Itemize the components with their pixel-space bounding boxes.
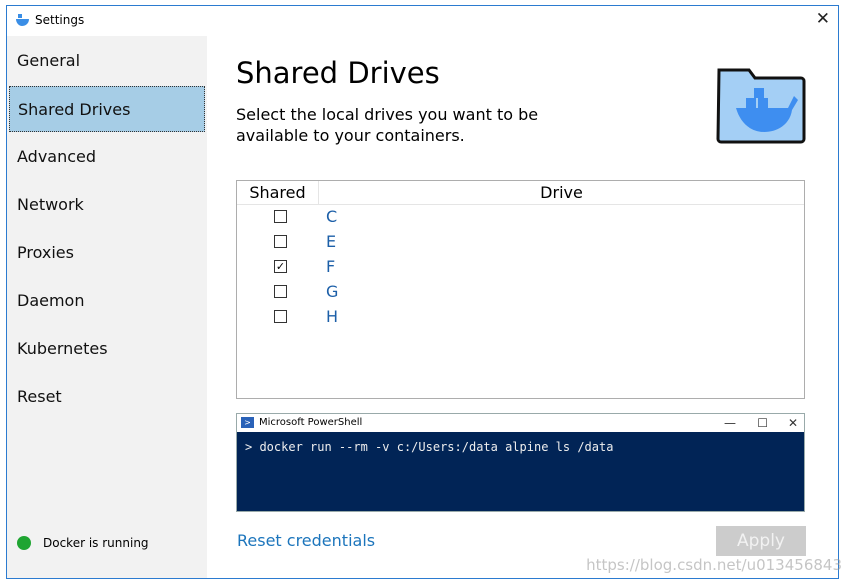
- table-row: ✓ F: [237, 255, 804, 280]
- minimize-icon[interactable]: —: [724, 414, 736, 432]
- table-row: C: [237, 205, 804, 230]
- sidebar-item-shared-drives[interactable]: Shared Drives: [9, 86, 205, 132]
- powershell-window: > Microsoft PowerShell — ☐ ✕ > docker ru…: [236, 413, 805, 512]
- table-row: H: [237, 305, 804, 330]
- sidebar-item-advanced[interactable]: Advanced: [7, 134, 207, 180]
- powershell-console: > docker run --rm -v c:/Users:/data alpi…: [237, 432, 804, 511]
- sidebar-item-network[interactable]: Network: [7, 182, 207, 228]
- apply-button[interactable]: Apply: [716, 526, 806, 556]
- close-icon[interactable]: ✕: [816, 9, 830, 29]
- sidebar-item-daemon[interactable]: Daemon: [7, 278, 207, 324]
- drives-table: Shared Drive C E ✓ F G H: [236, 180, 805, 399]
- watermark: https://blog.csdn.net/u013456843: [586, 556, 842, 574]
- docker-folder-icon: [716, 68, 806, 144]
- shared-checkbox[interactable]: [274, 210, 287, 223]
- shared-checkbox[interactable]: ✓: [274, 260, 287, 273]
- header-drive: Drive: [319, 181, 804, 205]
- page-description: Select the local drives you want to be a…: [236, 105, 539, 145]
- sidebar-item-proxies[interactable]: Proxies: [7, 230, 207, 276]
- header-shared: Shared: [237, 181, 319, 205]
- shared-checkbox[interactable]: [274, 285, 287, 298]
- table-row: G: [237, 280, 804, 305]
- drive-letter: E: [326, 232, 337, 251]
- drive-letter: F: [326, 257, 336, 276]
- shared-checkbox[interactable]: [274, 235, 287, 248]
- status-dot-icon: [17, 536, 31, 550]
- shared-checkbox[interactable]: [274, 310, 287, 323]
- sidebar: Docker is running General Shared Drives Ad…: [7, 36, 207, 578]
- powershell-title: Microsoft PowerShell: [259, 417, 363, 428]
- powershell-icon: >: [241, 417, 254, 428]
- sidebar-item-general[interactable]: General: [7, 38, 207, 84]
- maximize-icon[interactable]: ☐: [757, 414, 768, 432]
- docker-whale-icon: [16, 14, 29, 26]
- drive-letter: C: [326, 207, 338, 226]
- reset-credentials-link[interactable]: Reset credentials: [237, 531, 375, 550]
- sidebar-item-reset[interactable]: Reset: [7, 374, 207, 420]
- sidebar-item-kubernetes[interactable]: Kubernetes: [7, 326, 207, 372]
- drive-letter: H: [326, 307, 339, 326]
- table-row: E: [237, 230, 804, 255]
- status-text: Docker is running: [43, 536, 149, 550]
- window-title: Settings: [35, 13, 85, 27]
- title-bar: Settings ✕: [7, 6, 838, 36]
- drive-letter: G: [326, 282, 339, 301]
- page-title: Shared Drives: [236, 56, 440, 90]
- close-icon[interactable]: ✕: [788, 414, 798, 432]
- powershell-titlebar: > Microsoft PowerShell — ☐ ✕: [237, 414, 804, 432]
- docker-status: Docker is running: [17, 536, 149, 550]
